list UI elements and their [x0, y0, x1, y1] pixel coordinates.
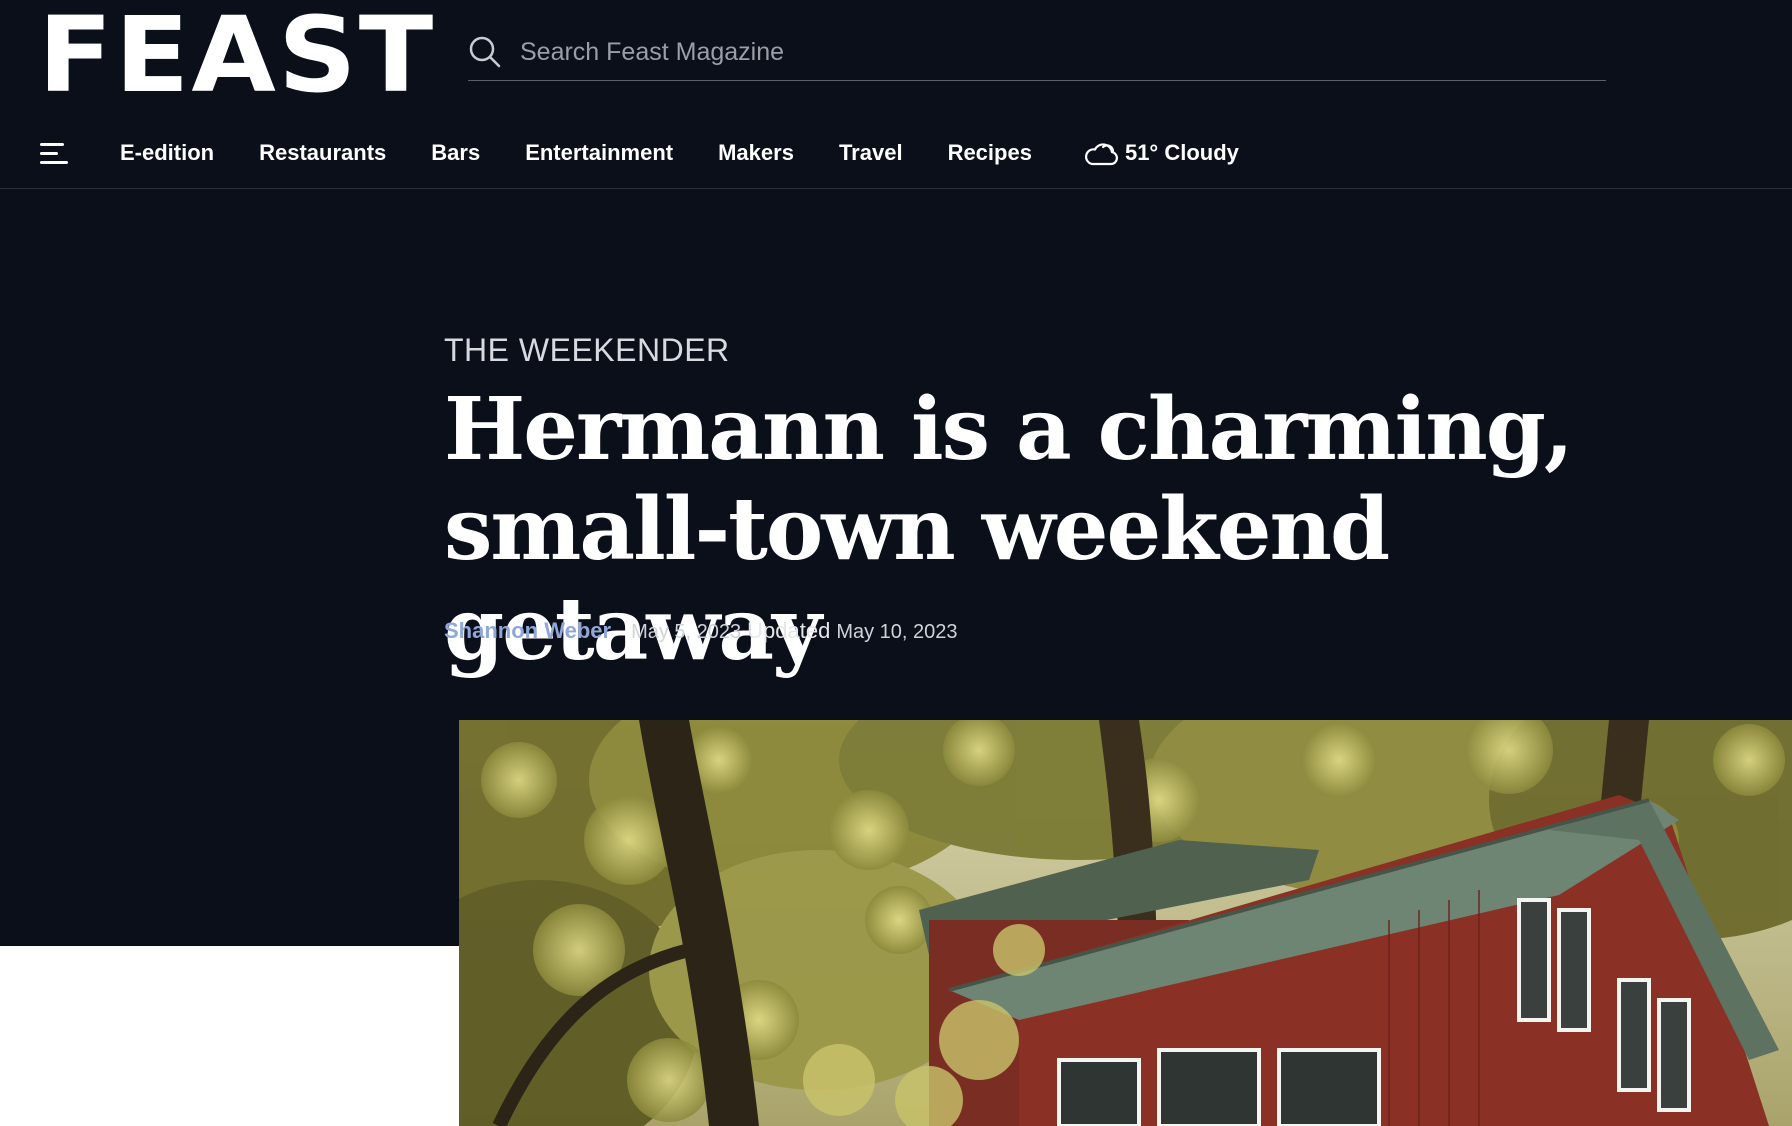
- hamburger-menu-icon[interactable]: [40, 141, 68, 165]
- updated-label: Updated: [747, 618, 831, 643]
- section-kicker[interactable]: THE WEEKENDER: [444, 332, 730, 369]
- cloud-icon: [1084, 143, 1118, 166]
- page: FEAST E-edition Restaurants Bars Enterta…: [0, 0, 1792, 1126]
- author-link[interactable]: Shannon Weber: [444, 618, 611, 644]
- published-date: May 5, 2023: [631, 621, 742, 643]
- main-nav: E-edition Restaurants Bars Entertainment…: [0, 118, 1792, 189]
- nav-item-bars[interactable]: Bars: [431, 140, 480, 166]
- nav-item-restaurants[interactable]: Restaurants: [259, 140, 386, 166]
- content-background: [0, 946, 460, 1126]
- nav-item-makers[interactable]: Makers: [718, 140, 794, 166]
- search-icon[interactable]: [468, 35, 502, 69]
- treehouse-photo: [459, 720, 1792, 1126]
- nav-item-travel[interactable]: Travel: [839, 140, 903, 166]
- updated-date: May 10, 2023: [836, 621, 958, 643]
- feast-logo[interactable]: FEAST: [38, 3, 435, 107]
- weather-widget[interactable]: 51° Cloudy: [1083, 138, 1239, 168]
- search-bar[interactable]: [468, 24, 1606, 81]
- nav-item-entertainment[interactable]: Entertainment: [525, 140, 673, 166]
- search-input[interactable]: [518, 36, 1606, 68]
- byline: Shannon Weber May 5, 2023 Updated May 10…: [444, 618, 958, 644]
- hero-image: [459, 720, 1792, 1126]
- nav-item-recipes[interactable]: Recipes: [948, 140, 1032, 166]
- weather-label: 51° Cloudy: [1124, 140, 1239, 165]
- nav-item-e-edition[interactable]: E-edition: [120, 140, 214, 166]
- nav-items: E-edition Restaurants Bars Entertainment…: [120, 138, 1239, 168]
